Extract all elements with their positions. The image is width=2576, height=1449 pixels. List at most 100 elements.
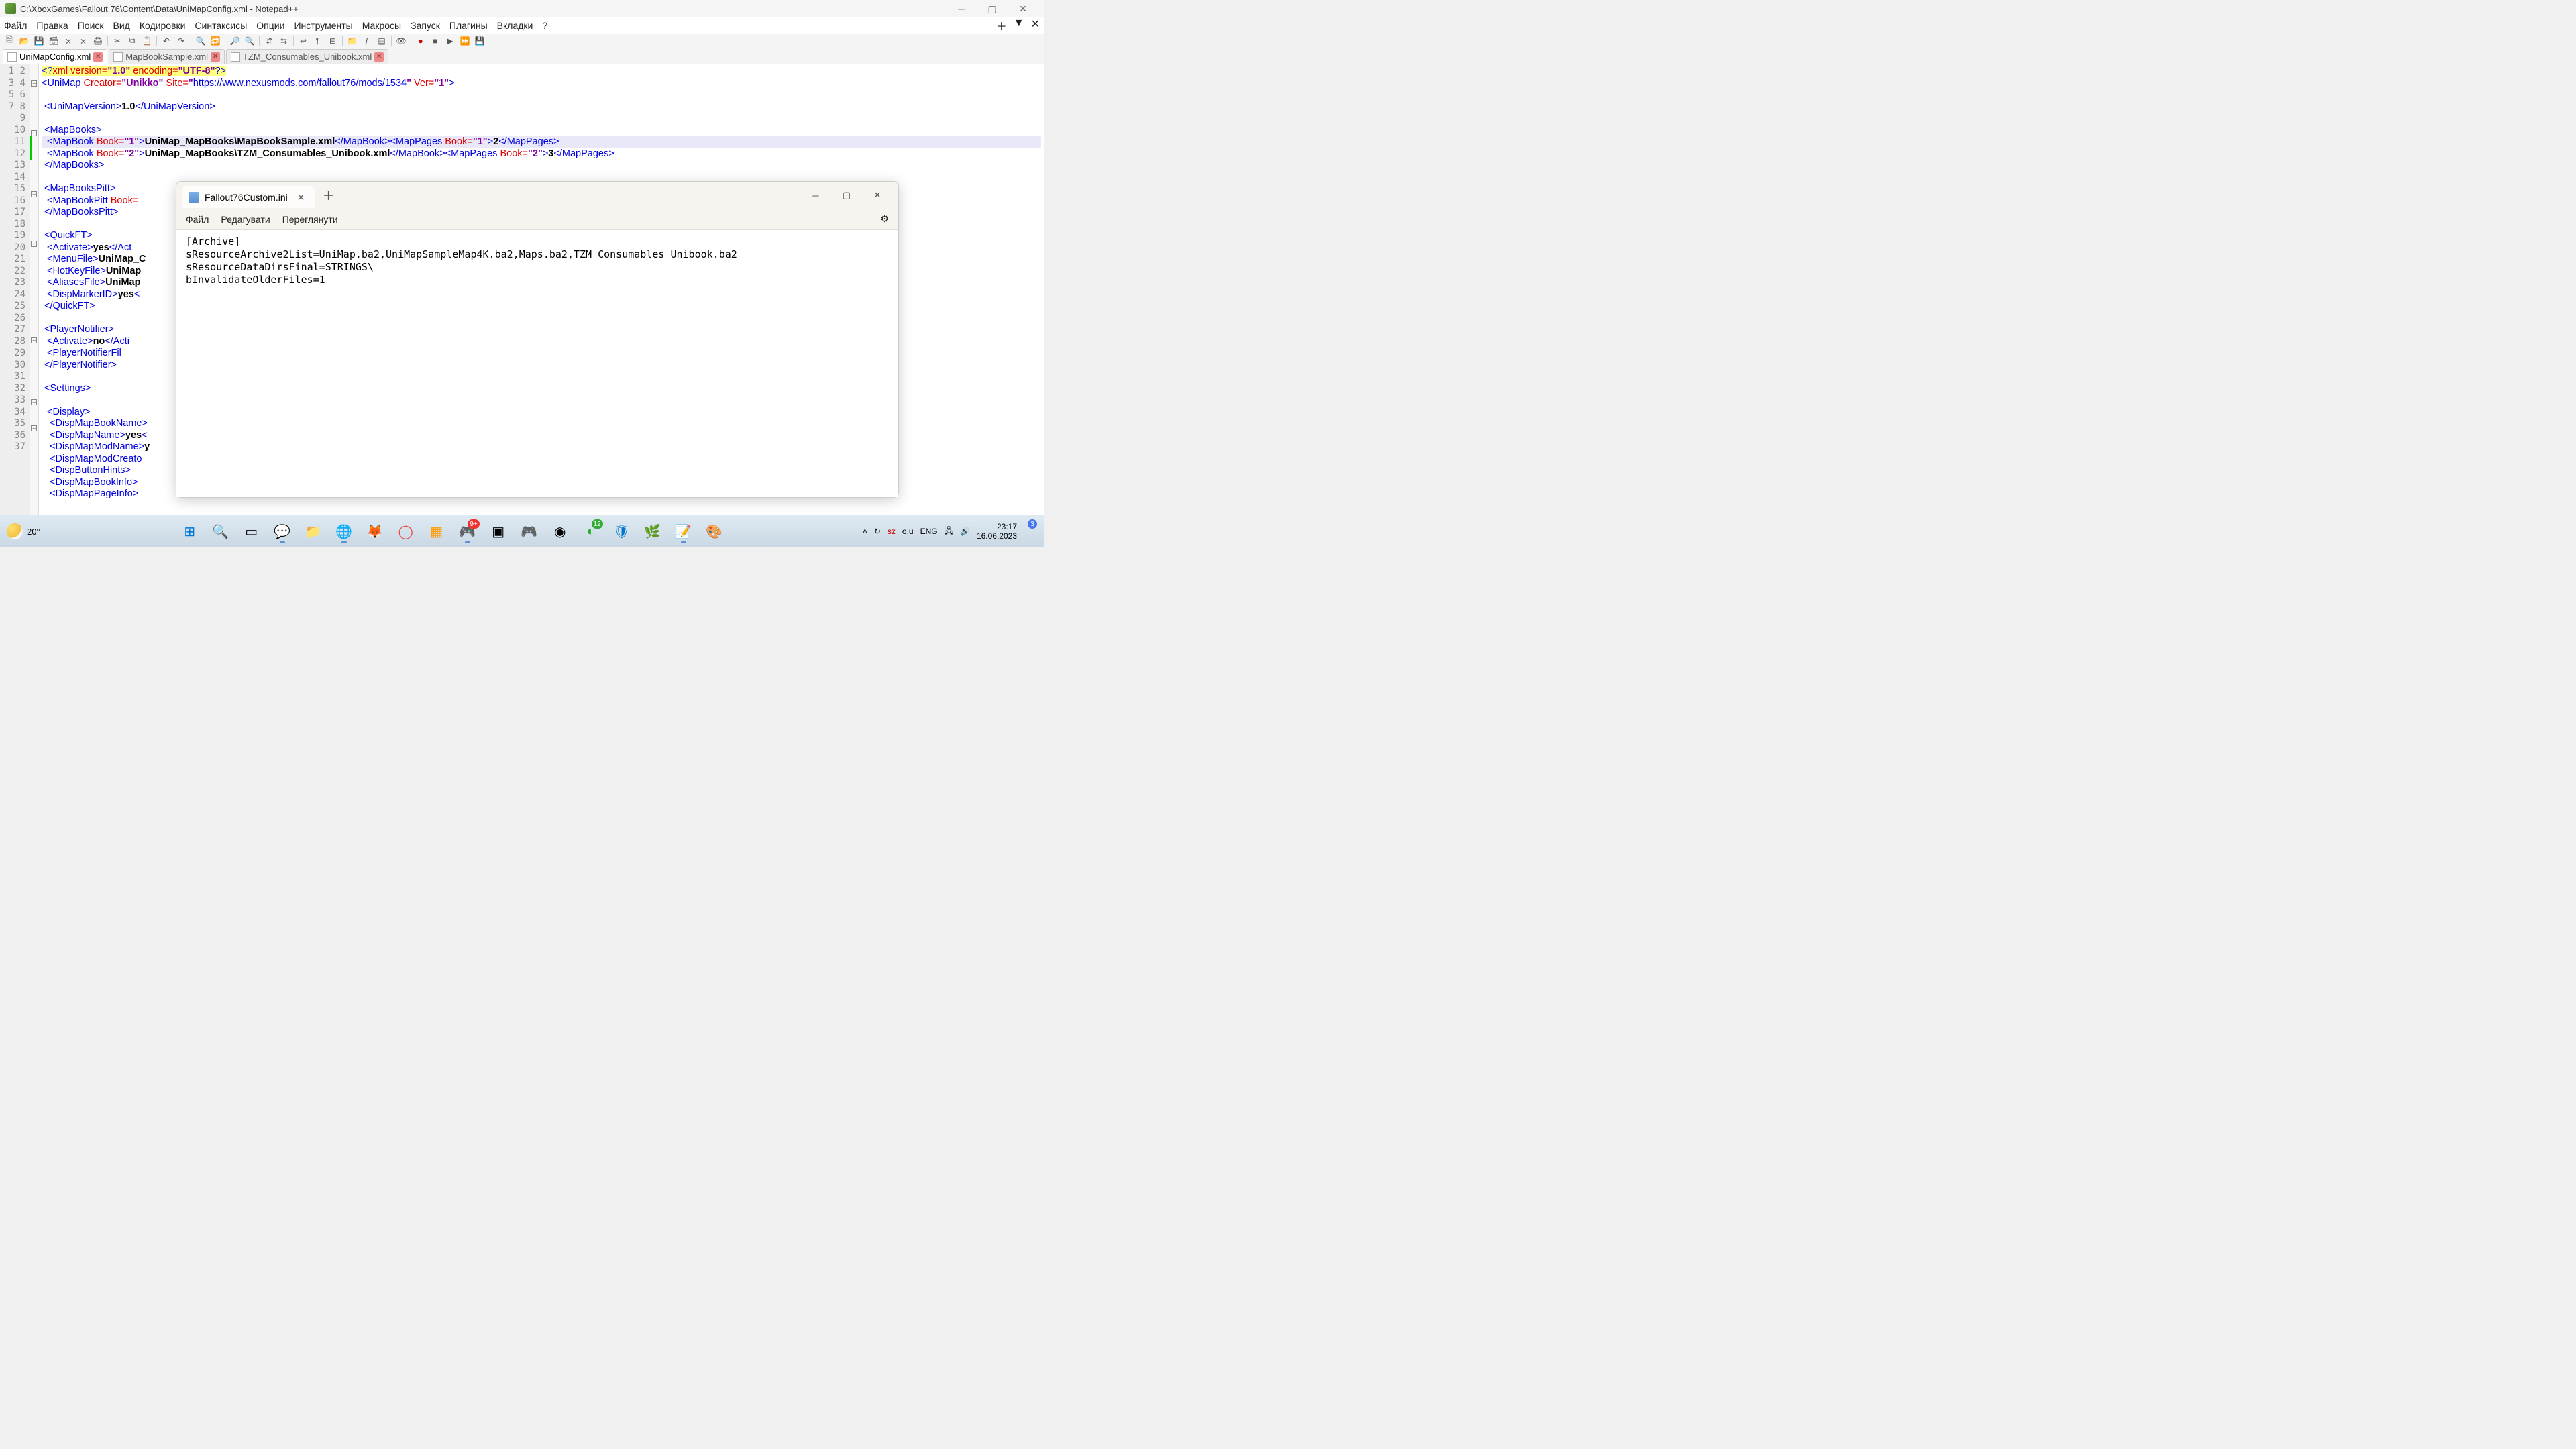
tab-label: UniMapConfig.xml bbox=[19, 52, 91, 62]
taskbar-weather[interactable]: 20° bbox=[0, 523, 47, 539]
tray-overflow-icon[interactable]: ˄ bbox=[863, 527, 867, 536]
replace-icon[interactable]: 🔁 bbox=[209, 35, 222, 47]
function-list-icon[interactable]: ƒ bbox=[360, 35, 374, 47]
fold-down-icon[interactable]: ▼ bbox=[1014, 17, 1024, 34]
tray-clock[interactable]: 23:17 16.06.2023 bbox=[977, 522, 1017, 541]
tab-mapbooksample[interactable]: MapBookSample.xml ✕ bbox=[109, 49, 225, 64]
menu-language[interactable]: Синтаксисы bbox=[195, 20, 247, 31]
save-icon[interactable]: 💾 bbox=[32, 35, 46, 47]
tab-close-icon[interactable]: ✕ bbox=[211, 52, 220, 62]
save-all-icon[interactable]: 🗃 bbox=[47, 35, 60, 47]
print-icon[interactable]: 🖨 bbox=[91, 35, 105, 47]
menu-file[interactable]: Файл bbox=[4, 20, 27, 31]
start-button[interactable]: ⊞ bbox=[176, 518, 203, 545]
indent-guide-icon[interactable]: ⊟ bbox=[326, 35, 339, 47]
menu-run[interactable]: Запуск bbox=[411, 20, 440, 31]
tab-close-icon[interactable]: ✕ bbox=[93, 52, 103, 62]
zoom-out-icon[interactable]: 🔍 bbox=[243, 35, 256, 47]
menu-view[interactable]: Вид bbox=[113, 20, 130, 31]
tab-close-icon[interactable]: ✕ bbox=[374, 52, 384, 62]
menu-settings[interactable]: Опции bbox=[256, 20, 284, 31]
taskbar-paint-icon[interactable]: 🎨 bbox=[701, 518, 728, 545]
menu-search[interactable]: Поиск bbox=[78, 20, 104, 31]
menu-window[interactable]: Вкладки bbox=[497, 20, 533, 31]
taskbar-steam-icon[interactable]: ◉ bbox=[547, 518, 574, 545]
maximize-button[interactable]: ▢ bbox=[977, 0, 1008, 17]
zoom-in-icon[interactable]: 🔎 bbox=[228, 35, 241, 47]
tab-unimapconfig[interactable]: UniMapConfig.xml ✕ bbox=[3, 49, 107, 64]
menu-encoding[interactable]: Кодировки bbox=[140, 20, 186, 31]
tray-network-icon[interactable]: 🖧 bbox=[945, 525, 953, 539]
tray-language[interactable]: ENG bbox=[920, 527, 938, 536]
tray-ou-icon[interactable]: о.u bbox=[902, 527, 914, 536]
undo-icon[interactable]: ↶ bbox=[160, 35, 173, 47]
taskbar-xbox-icon[interactable]: ◐12 bbox=[578, 518, 604, 545]
fold-gutter[interactable] bbox=[30, 64, 39, 533]
notepad-close-button[interactable]: ✕ bbox=[862, 184, 893, 206]
taskbar-chat-icon[interactable]: 💬 bbox=[269, 518, 296, 545]
notepad-menu-view[interactable]: Переглянути bbox=[282, 214, 338, 225]
play-macro-icon[interactable]: ▶ bbox=[443, 35, 457, 47]
play-multi-icon[interactable]: ⏩ bbox=[458, 35, 472, 47]
fold-plus-icon[interactable]: ＋ bbox=[996, 17, 1007, 34]
cut-icon[interactable]: ✂ bbox=[111, 35, 124, 47]
record-macro-icon[interactable]: ● bbox=[414, 35, 427, 47]
open-file-icon[interactable]: 📂 bbox=[17, 35, 31, 47]
notepad-tab[interactable]: Fallout76Custom.ini ✕ bbox=[182, 186, 315, 208]
notepad-settings-icon[interactable]: ⚙ bbox=[880, 213, 889, 225]
save-macro-icon[interactable]: 💾 bbox=[473, 35, 486, 47]
new-file-icon[interactable]: 🗎 bbox=[3, 35, 16, 47]
notepad-tab-close-icon[interactable]: ✕ bbox=[293, 192, 309, 203]
taskbar-firefox-icon[interactable]: 🦊 bbox=[362, 518, 388, 545]
doc-map-icon[interactable]: ▤ bbox=[375, 35, 388, 47]
taskbar-app2-icon[interactable]: 🌿 bbox=[639, 518, 666, 545]
notepad-maximize-button[interactable]: ▢ bbox=[831, 184, 862, 206]
find-icon[interactable]: 🔍 bbox=[194, 35, 207, 47]
menu-macro[interactable]: Макросы bbox=[362, 20, 401, 31]
stop-macro-icon[interactable]: ■ bbox=[429, 35, 442, 47]
taskbar-app-icon[interactable]: ▦ bbox=[423, 518, 450, 545]
menu-help[interactable]: ? bbox=[542, 20, 547, 31]
taskbar-security-icon[interactable]: 🛡 bbox=[608, 518, 635, 545]
monitor-icon[interactable]: 👁 bbox=[394, 35, 408, 47]
tray-sz-icon[interactable]: sz bbox=[888, 527, 896, 536]
paste-icon[interactable]: 📋 bbox=[140, 35, 154, 47]
tray-time: 23:17 bbox=[977, 522, 1017, 531]
menu-tools[interactable]: Инструменты bbox=[294, 20, 352, 31]
taskbar-gamebar-icon[interactable]: 🎮 bbox=[516, 518, 543, 545]
taskbar-notepad-icon[interactable]: 📝 bbox=[670, 518, 697, 545]
tray-volume-icon[interactable]: 🔊 bbox=[960, 527, 970, 536]
taskbar-terminal-icon[interactable]: ▣ bbox=[485, 518, 512, 545]
taskbar-discord-icon[interactable]: 🎮9+ bbox=[454, 518, 481, 545]
notepad-new-tab-button[interactable]: ＋ bbox=[315, 186, 341, 204]
taskbar-explorer-icon[interactable]: 📁 bbox=[300, 518, 327, 545]
minimize-button[interactable]: ─ bbox=[946, 0, 977, 17]
notepad-minimize-button[interactable]: ─ bbox=[800, 184, 831, 206]
npp-titlebar[interactable]: C:\XboxGames\Fallout 76\Content\Data\Uni… bbox=[0, 0, 1044, 17]
tray-notifications-icon[interactable]: 3 bbox=[1024, 518, 1038, 545]
taskbar-opera-icon[interactable]: ◯ bbox=[392, 518, 419, 545]
taskbar-edge-icon[interactable]: 🌐 bbox=[331, 518, 358, 545]
redo-icon[interactable]: ↷ bbox=[174, 35, 188, 47]
folder-icon[interactable]: 📁 bbox=[345, 35, 359, 47]
npp-title-text: C:\XboxGames\Fallout 76\Content\Data\Uni… bbox=[20, 4, 299, 14]
close-doc-icon[interactable]: ✕ bbox=[1031, 17, 1040, 34]
wordwrap-icon[interactable]: ↩ bbox=[297, 35, 310, 47]
show-all-icon[interactable]: ¶ bbox=[311, 35, 325, 47]
sync-v-icon[interactable]: ⇵ bbox=[262, 35, 276, 47]
notepad-menu-edit[interactable]: Редагувати bbox=[221, 214, 270, 225]
menu-plugins[interactable]: Плагины bbox=[449, 20, 488, 31]
task-view-button[interactable]: ▭ bbox=[238, 518, 265, 545]
close-button[interactable]: ✕ bbox=[1008, 0, 1038, 17]
tab-tzm-consumables[interactable]: TZM_Consumables_Unibook.xml ✕ bbox=[226, 49, 388, 64]
notepad-body[interactable]: [Archive] sResourceArchive2List=UniMap.b… bbox=[176, 230, 898, 497]
tray-onedrive-icon[interactable]: ↻ bbox=[874, 527, 881, 536]
copy-icon[interactable]: ⧉ bbox=[125, 35, 139, 47]
notepad-menu-file[interactable]: Файл bbox=[186, 214, 209, 225]
notepad-titlebar[interactable]: Fallout76Custom.ini ✕ ＋ ─ ▢ ✕ bbox=[176, 182, 898, 209]
close-file-icon[interactable]: ⨯ bbox=[62, 35, 75, 47]
menu-edit[interactable]: Правка bbox=[36, 20, 68, 31]
search-button[interactable]: 🔍 bbox=[207, 518, 234, 545]
sync-h-icon[interactable]: ⇆ bbox=[277, 35, 290, 47]
close-all-icon[interactable]: ⨯ bbox=[76, 35, 90, 47]
